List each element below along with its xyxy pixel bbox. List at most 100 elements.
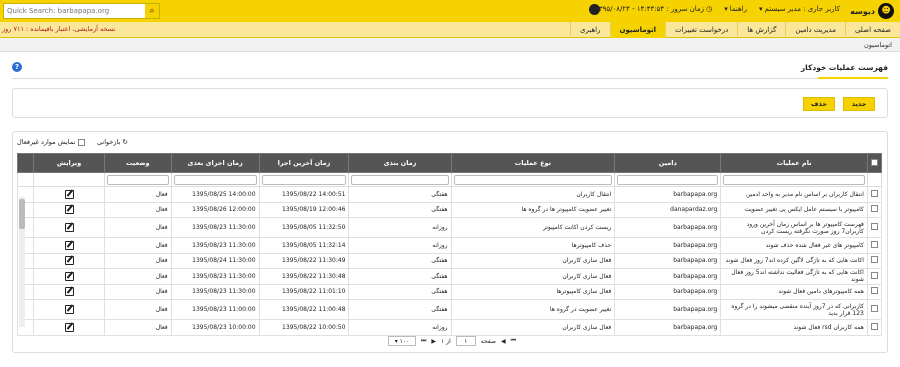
table-row[interactable]: فهرست کامپیوتر ها بر اساس زمان آخرین ورو… (16, 217, 883, 238)
table-scrollbar[interactable] (19, 197, 25, 327)
row-select-cell (866, 201, 883, 218)
filter-next-run-input[interactable] (173, 174, 257, 185)
col-status[interactable]: وضعیت (103, 153, 172, 173)
row-checkbox[interactable] (871, 287, 878, 295)
col-last-run[interactable]: زمان آخرین اجرا (258, 153, 350, 173)
tab-administration[interactable]: راهبری (570, 22, 609, 38)
row-edit-cell (33, 268, 105, 285)
delete-button[interactable]: حذف (803, 97, 835, 111)
page-number-input[interactable]: ۱ (455, 336, 476, 346)
filter-name-input[interactable] (723, 174, 865, 185)
edit-icon[interactable] (64, 240, 74, 250)
top-bar: ☻ دیوسه کاربر جاری : مدیر سیستم ▾ راهنما ▾… (0, 0, 900, 22)
row-last-run: 1395/08/22 11:01:10 (258, 283, 350, 300)
edit-icon[interactable] (64, 256, 74, 266)
last-page-button[interactable]: ⏭ (421, 337, 426, 345)
table-row[interactable]: همه کامپیوترهای دامین فعال شوند barbapapa… (16, 283, 883, 300)
edit-icon[interactable] (64, 305, 74, 314)
row-status: فعال (103, 201, 172, 218)
row-status: فعال (103, 237, 172, 254)
table-row[interactable]: کامپیوتر های غیر فعال شده حذف شوند barbap… (16, 237, 883, 254)
tab-change-requests[interactable]: درخواست تغییرات (665, 22, 737, 38)
page-size-select[interactable]: ۱۰۰ ▾ (388, 336, 416, 346)
filter-status-input[interactable] (106, 174, 169, 185)
edit-icon[interactable] (64, 271, 74, 281)
filter-domain-input[interactable] (617, 174, 719, 185)
row-domain: barbapapa.org (614, 186, 722, 203)
row-checkbox[interactable] (871, 322, 878, 330)
prev-page-button[interactable]: ◀ (501, 338, 506, 345)
language-globe-icon[interactable] (589, 4, 600, 15)
row-select-cell (866, 268, 883, 285)
row-select-cell (866, 283, 883, 300)
refresh-button[interactable]: ↻ بازخوانی (97, 138, 128, 146)
brand[interactable]: ☻ دیوسه (850, 3, 894, 19)
tab-automation[interactable]: اتوماسیون (609, 22, 665, 38)
col-domain[interactable]: دامین (614, 153, 722, 173)
search-input[interactable] (4, 4, 144, 18)
breadcrumb[interactable]: اتوماسیون (864, 41, 892, 49)
table-row[interactable]: کامپیوتر با سیستم عامل ایکس پی تغییر عضو… (16, 201, 883, 218)
row-checkbox[interactable] (871, 240, 878, 248)
edit-icon[interactable] (64, 189, 74, 199)
trial-warning: نسخه آزمایشی، اعتبار باقیمانده : ۷۱۱ روز (2, 25, 116, 33)
table-row[interactable]: همه کاربران rsd فعال شوند barbapapa.org فع… (16, 319, 883, 336)
filter-last-run-input[interactable] (261, 174, 347, 185)
filter-row (16, 172, 883, 187)
row-domain: barbapapa.org (614, 299, 722, 320)
next-page-button[interactable]: ▶ (431, 338, 436, 345)
new-button[interactable]: جدید (843, 97, 875, 111)
col-schedule[interactable]: زمان بندی (348, 153, 452, 173)
row-status: فعال (103, 299, 172, 320)
filter-type-input[interactable] (453, 174, 613, 185)
col-name[interactable]: نام عملیات (720, 153, 868, 173)
edit-icon[interactable] (64, 287, 74, 297)
row-last-run: 1395/08/05 11:32:14 (258, 237, 350, 254)
row-checkbox[interactable] (871, 305, 878, 312)
row-checkbox[interactable] (871, 205, 878, 213)
row-domain: danapardaz.org (614, 201, 722, 218)
edit-icon[interactable] (64, 322, 74, 332)
filter-cell (170, 172, 260, 187)
show-inactive-checkbox[interactable] (78, 138, 86, 146)
scrollbar-thumb[interactable] (19, 199, 25, 229)
edit-icon[interactable] (64, 223, 74, 232)
row-type: تغییر عضویت در گروه ها (450, 299, 616, 320)
row-checkbox[interactable] (871, 256, 878, 264)
row-next-run: 1395/08/23 11:30:00 (170, 283, 260, 300)
tab-reports[interactable]: گزارش ها (737, 22, 785, 38)
guides-label: راهنما (729, 5, 748, 13)
first-page-button[interactable]: ⏮ (511, 337, 516, 345)
guides-menu[interactable]: راهنما ▾ (724, 5, 747, 13)
row-schedule: هفتگی (348, 186, 452, 203)
show-inactive-toggle[interactable]: نمایش موارد غیرفعال (17, 138, 86, 146)
table-row[interactable]: انتقال کاربران بر اساس نام مدیر به واحد … (16, 186, 883, 203)
row-edit-cell (33, 201, 105, 218)
row-checkbox[interactable] (871, 223, 878, 230)
pager: ⏮ ◀ صفحه ۱ از ۱ ▶ ⏭ ۱۰۰ ▾ (388, 336, 516, 346)
edit-icon[interactable] (64, 205, 74, 215)
row-schedule: هفتگی (348, 201, 452, 218)
row-status: فعال (103, 217, 172, 238)
row-next-run: 1395/08/25 14:00:00 (170, 186, 260, 203)
filter-schedule-input[interactable] (351, 174, 449, 185)
row-last-run: 1395/08/22 10:00:50 (258, 319, 350, 336)
table-row[interactable]: کاربرانی که در 7روز آینده منقضی میشوند ر… (16, 299, 883, 320)
table-row[interactable]: اکانت هایی که به تازگی لاگین کرده اند7 ر… (16, 252, 883, 269)
row-edit-cell (33, 319, 105, 336)
help-icon[interactable]: ? (12, 62, 22, 72)
col-type[interactable]: نوع عملیات (450, 153, 616, 173)
row-name: اکانت هایی که به تازگی لاگین کرده اند7 ر… (720, 252, 868, 269)
scroll-gutter (16, 153, 35, 173)
search-button[interactable]: ⌕ (145, 4, 159, 18)
row-checkbox[interactable] (871, 189, 878, 197)
tab-domain-management[interactable]: مدیریت دامین (785, 22, 845, 38)
tab-home[interactable]: صفحه اصلی (844, 22, 900, 38)
row-checkbox[interactable] (871, 271, 878, 279)
row-edit-cell (33, 283, 105, 300)
table-row[interactable]: اکانت هایی که به تازگی فعالیت نداشته اند… (16, 268, 883, 285)
col-edit: ویرایش (33, 153, 105, 173)
select-all-checkbox[interactable] (870, 158, 878, 166)
user-menu[interactable]: کاربر جاری : مدیر سیستم ▾ (759, 5, 840, 13)
col-next-run[interactable]: زمان اجرای بعدی (170, 153, 260, 173)
